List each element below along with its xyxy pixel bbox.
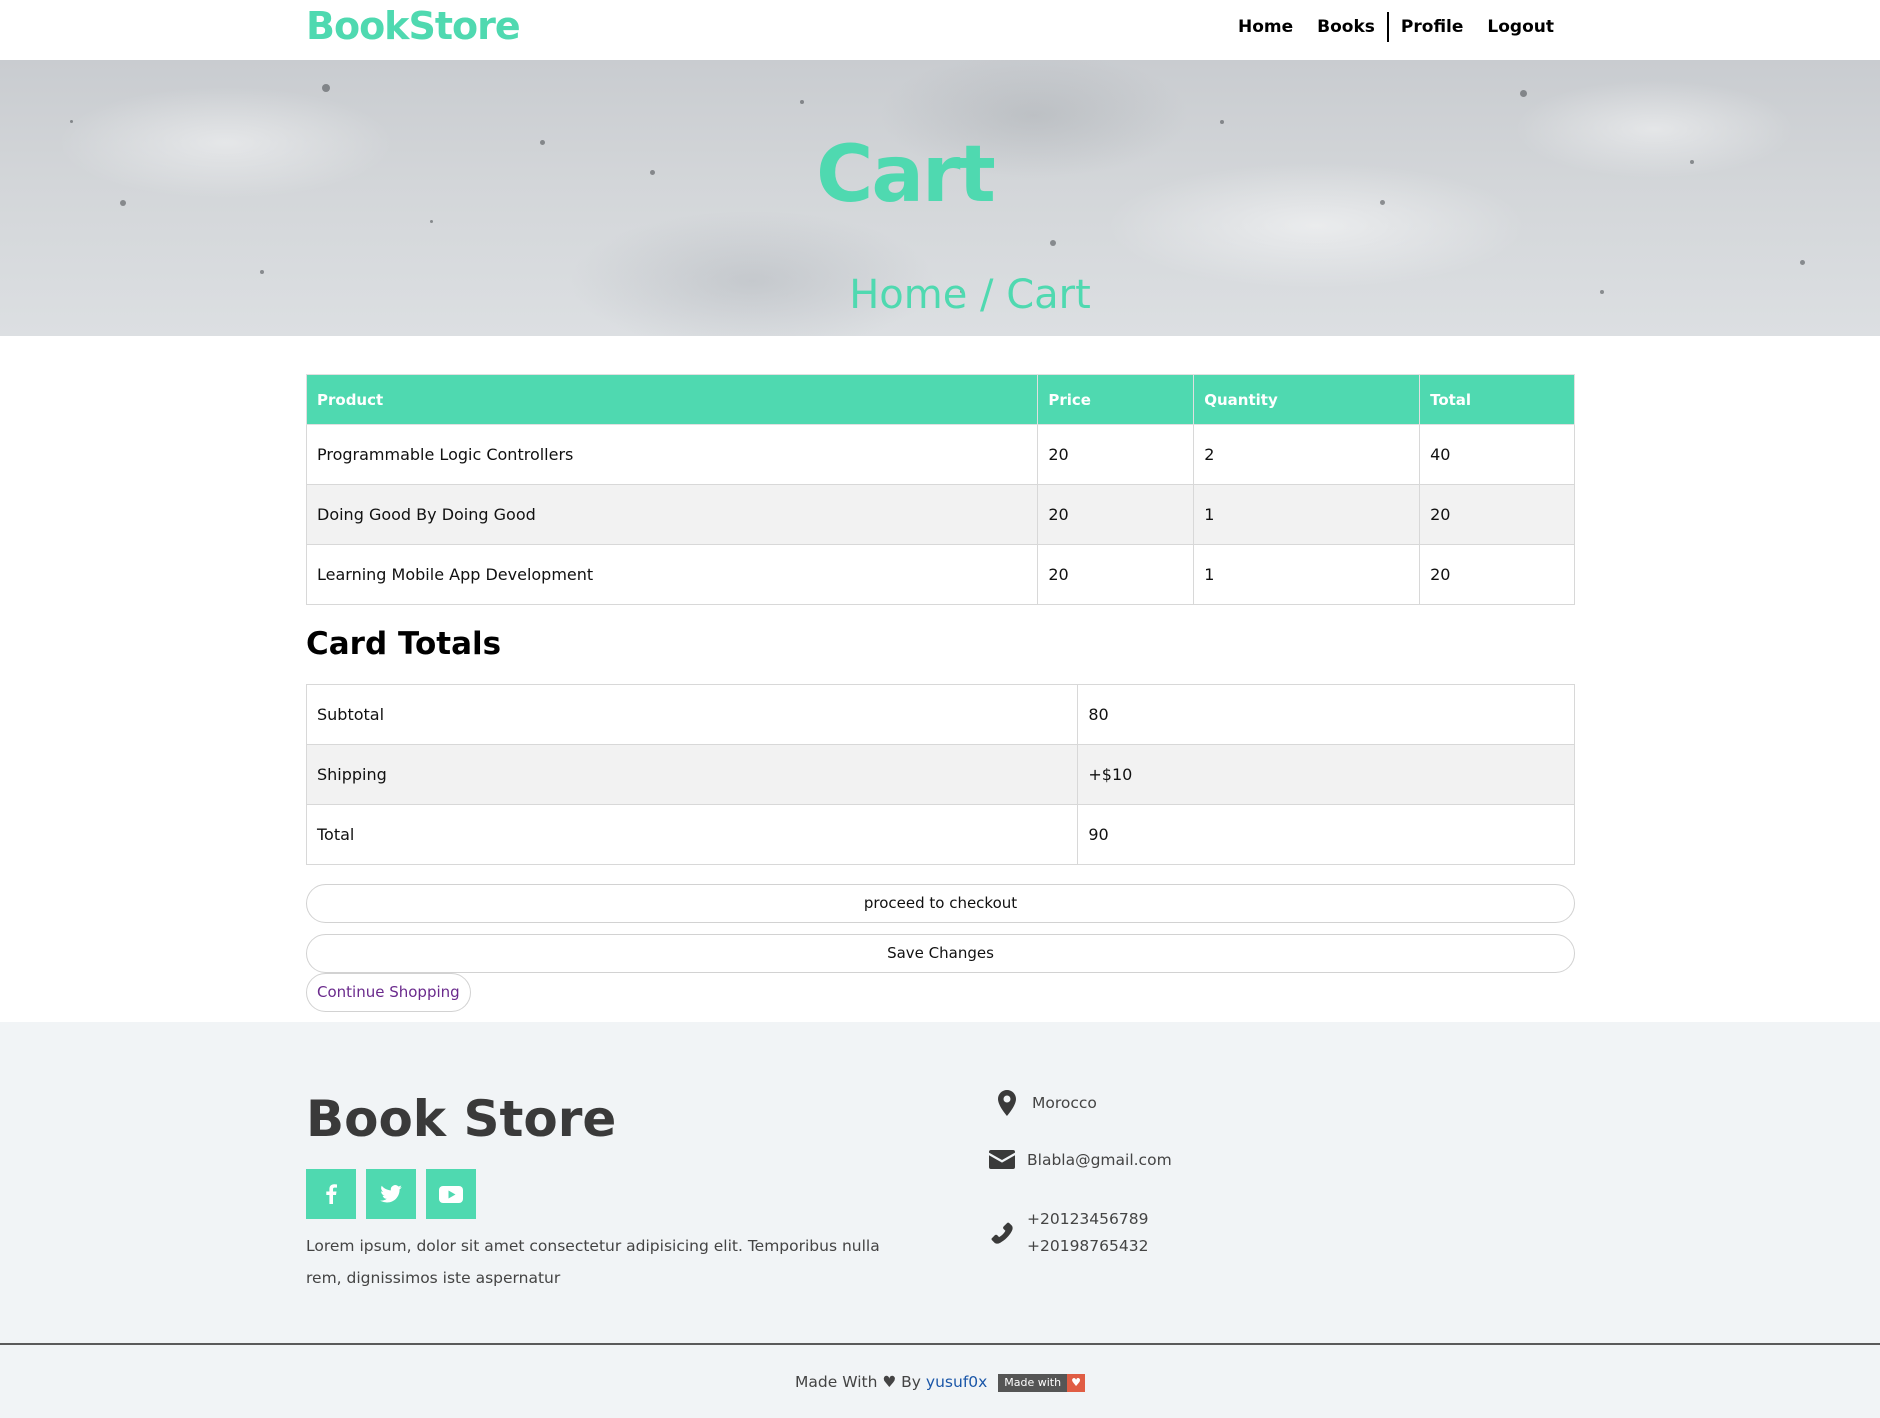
cart-totals-heading: Card Totals — [306, 626, 502, 662]
column-header-total: Total — [1419, 374, 1575, 425]
product-total: 40 — [1419, 424, 1575, 485]
nav-profile-link[interactable]: Profile — [1389, 16, 1475, 38]
table-row: Programmable Logic Controllers 20 2 40 — [305, 424, 1575, 485]
table-row: Doing Good By Doing Good 20 1 20 — [305, 484, 1575, 545]
shipping-label: Shipping — [305, 744, 1079, 805]
nav-logout-link[interactable]: Logout — [1475, 16, 1566, 38]
table-row: Subtotal 80 — [305, 684, 1575, 745]
table-row: Total 90 — [305, 804, 1575, 865]
product-name: Learning Mobile App Development — [305, 544, 1039, 605]
top-navbar: BookStore Home Books Profile Logout — [0, 0, 1880, 60]
product-name: Programmable Logic Controllers — [305, 424, 1039, 485]
author-link[interactable]: yusuf0x — [926, 1373, 987, 1391]
footer-phone-2[interactable]: +20198765432 — [1027, 1233, 1148, 1260]
total-value: 90 — [1077, 804, 1575, 865]
youtube-icon[interactable] — [426, 1169, 476, 1219]
page-banner: Cart Home / Cart — [0, 60, 1880, 336]
product-quantity[interactable]: 1 — [1193, 544, 1421, 605]
total-label: Total — [305, 804, 1079, 865]
product-quantity[interactable]: 2 — [1193, 424, 1421, 485]
column-header-product: Product — [305, 374, 1039, 425]
credit-prefix: Made With ♥ By — [795, 1373, 921, 1391]
product-total: 20 — [1419, 484, 1575, 545]
nav-home-link[interactable]: Home — [1226, 16, 1305, 38]
footer-credit: Made With ♥ By yusuf0x Made with ♥ — [0, 1373, 1880, 1392]
column-header-price: Price — [1037, 374, 1195, 425]
brand-logo[interactable]: BookStore — [306, 4, 521, 48]
heart-icon: ♥ — [1067, 1373, 1085, 1392]
footer-title: Book Store — [306, 1090, 617, 1148]
product-quantity[interactable]: 1 — [1193, 484, 1421, 545]
footer-location: Morocco — [992, 1090, 1097, 1116]
subtotal-value: 80 — [1077, 684, 1575, 745]
table-row: Learning Mobile App Development 20 1 20 — [305, 544, 1575, 605]
footer-about-text: Lorem ipsum, dolor sit amet consectetur … — [306, 1237, 880, 1287]
badge-label: Made with — [998, 1373, 1068, 1392]
site-footer — [0, 1022, 1880, 1344]
footer-email-text[interactable]: Blabla@gmail.com — [1027, 1151, 1172, 1169]
breadcrumb: Home / Cart — [849, 272, 1091, 318]
product-price: 20 — [1037, 424, 1195, 485]
product-name: Doing Good By Doing Good — [305, 484, 1039, 545]
column-header-quantity: Quantity — [1193, 374, 1421, 425]
envelope-icon — [987, 1150, 1017, 1169]
footer-email: Blabla@gmail.com — [987, 1150, 1172, 1169]
product-price: 20 — [1037, 484, 1195, 545]
save-changes-button[interactable]: Save Changes — [306, 934, 1575, 973]
cart-table: Product Price Quantity Total Programmabl… — [305, 374, 1575, 605]
page-title: Cart — [816, 130, 996, 220]
map-marker-icon — [992, 1090, 1022, 1116]
subtotal-label: Subtotal — [305, 684, 1079, 745]
twitter-icon[interactable] — [366, 1169, 416, 1219]
table-row: Shipping +$10 — [305, 744, 1575, 805]
product-total: 20 — [1419, 544, 1575, 605]
nav-books-link[interactable]: Books — [1305, 16, 1387, 38]
continue-shopping-link[interactable]: Continue Shopping — [306, 973, 471, 1012]
footer-location-text: Morocco — [1032, 1094, 1097, 1112]
cart-header-row: Product Price Quantity Total — [305, 374, 1575, 425]
footer-phone-1[interactable]: +20123456789 — [1027, 1206, 1148, 1233]
footer-phones: +20123456789 +20198765432 — [987, 1206, 1148, 1260]
product-price: 20 — [1037, 544, 1195, 605]
main-nav: Home Books Profile Logout — [1226, 12, 1566, 42]
made-with-badge[interactable]: Made with ♥ — [998, 1373, 1085, 1392]
shipping-value: +$10 — [1077, 744, 1575, 805]
phone-icon — [987, 1221, 1017, 1245]
facebook-icon[interactable] — [306, 1169, 356, 1219]
totals-table: Subtotal 80 Shipping +$10 Total 90 — [305, 684, 1575, 865]
proceed-to-checkout-button[interactable]: proceed to checkout — [306, 884, 1575, 923]
